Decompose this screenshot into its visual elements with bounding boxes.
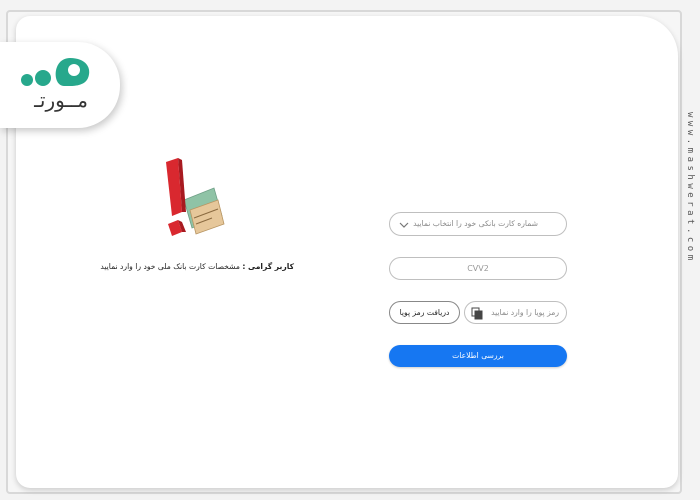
card-select-placeholder: شماره کارت بانکی خود را انتخاب نمایید xyxy=(413,219,538,228)
get-otp-button[interactable]: دریافت رمز پویا xyxy=(389,301,460,324)
logo-badge: مـ‌ـورتـ xyxy=(0,42,120,128)
cvv2-input[interactable]: CVV2 xyxy=(389,257,567,280)
logo-icon xyxy=(21,58,90,86)
site-url-vertical: www.mashwerat.com xyxy=(685,112,695,264)
notice-text: کاربر گرامی : مشخصات کارت بانک ملی خود ر… xyxy=(100,262,294,276)
otp-placeholder: رمز پویا را وارد نمایید xyxy=(491,308,559,317)
notice-label: کاربر گرامی : xyxy=(242,262,294,271)
warning-illustration xyxy=(166,158,225,236)
copy-icon[interactable] xyxy=(471,307,483,320)
submit-button[interactable]: بررسی اطلاعات xyxy=(389,345,567,367)
logo-text: مـ‌ـورتـ xyxy=(34,88,88,112)
notice-message: مشخصات کارت بانک ملی خود را وارد نمایید xyxy=(100,262,240,271)
cvv2-placeholder: CVV2 xyxy=(467,264,489,273)
chevron-down-icon xyxy=(399,222,409,228)
otp-input[interactable]: رمز پویا را وارد نمایید xyxy=(464,301,567,324)
card-number-select[interactable]: شماره کارت بانکی خود را انتخاب نمایید xyxy=(389,212,567,236)
